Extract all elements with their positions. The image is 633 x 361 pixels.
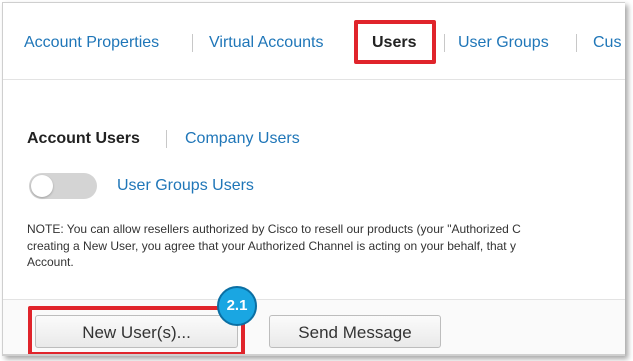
note-line: Account. <box>27 255 74 269</box>
tab-virtual-accounts[interactable]: Virtual Accounts <box>209 33 323 53</box>
bottom-divider <box>3 354 625 355</box>
toggle-knob <box>31 175 53 197</box>
reseller-note: NOTE: You can allow resellers authorized… <box>27 221 625 271</box>
note-line: NOTE: You can allow resellers authorized… <box>27 222 521 236</box>
tab-divider <box>444 34 445 52</box>
subtab-divider <box>166 130 167 148</box>
send-message-button[interactable]: Send Message <box>269 315 441 348</box>
tab-divider <box>576 34 577 52</box>
new-users-button[interactable]: New User(s)... <box>35 315 238 348</box>
subtab-account-users[interactable]: Account Users <box>27 129 140 149</box>
tab-user-groups[interactable]: User Groups <box>458 33 549 53</box>
step-badge: 2.1 <box>217 286 257 326</box>
users-tab-highlight <box>354 20 436 64</box>
account-users-panel: Account Properties Virtual Accounts User… <box>2 2 625 356</box>
top-navigation: Account Properties Virtual Accounts User… <box>3 3 625 80</box>
tab-customers-truncated[interactable]: Cus <box>593 33 621 53</box>
tab-account-properties[interactable]: Account Properties <box>24 33 159 53</box>
note-line: creating a New User, you agree that your… <box>27 238 516 253</box>
user-groups-users-toggle[interactable] <box>29 173 97 199</box>
toggle-label[interactable]: User Groups Users <box>117 177 254 195</box>
tab-divider <box>192 34 193 52</box>
subtab-company-users[interactable]: Company Users <box>185 129 300 149</box>
